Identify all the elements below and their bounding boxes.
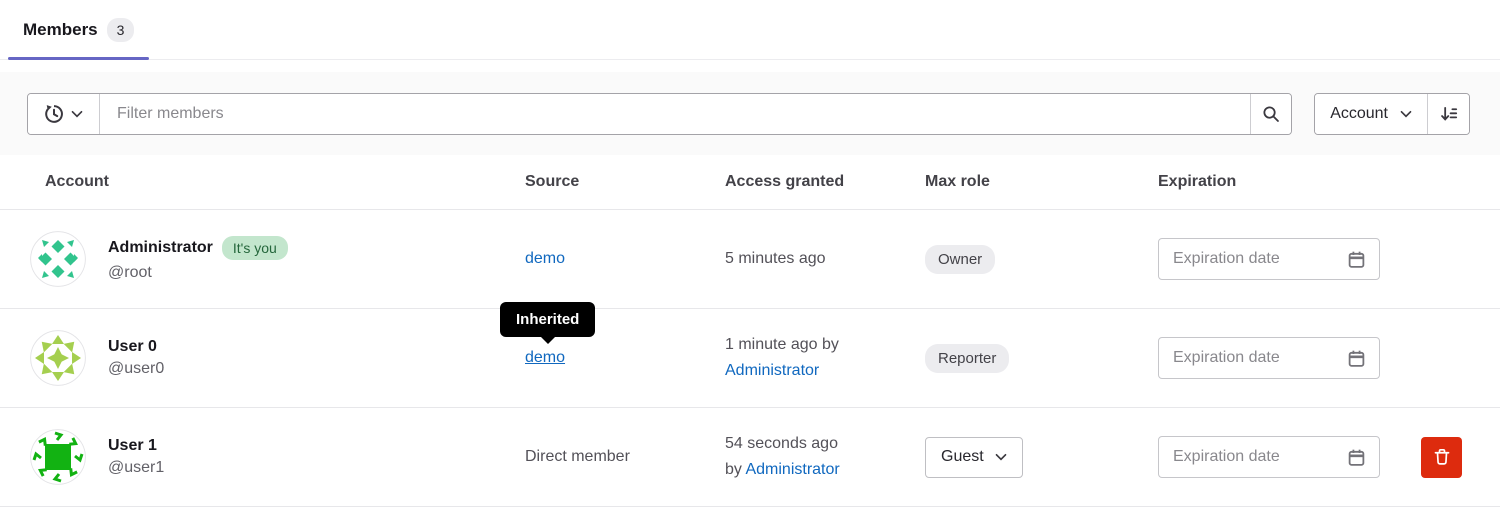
- expiration-date-field[interactable]: [1158, 436, 1380, 478]
- source-link[interactable]: demo: [525, 349, 565, 366]
- access-granted-by-link[interactable]: Administrator: [745, 461, 839, 478]
- calendar-icon: [1347, 250, 1366, 269]
- max-role-cell: Reporter: [925, 344, 1158, 373]
- source-text: Direct member: [525, 448, 630, 465]
- header-max-role: Max role: [925, 173, 1158, 191]
- expiration-cell: [1158, 436, 1428, 478]
- table-row: Administrator It's you @root demo 5 minu…: [0, 210, 1500, 309]
- access-granted-cell: 5 minutes ago: [725, 246, 925, 272]
- expiration-date-field[interactable]: [1158, 238, 1380, 280]
- table-header: Account Source Access granted Max role E…: [0, 155, 1500, 210]
- max-role-dropdown-label: Guest: [941, 448, 984, 466]
- tab-members[interactable]: Members 3: [8, 0, 149, 59]
- calendar-icon: [1347, 349, 1366, 368]
- tab-bar: Members 3: [0, 0, 1500, 60]
- calendar-icon: [1347, 448, 1366, 467]
- member-info: User 0 @user0: [108, 338, 164, 378]
- expiration-date-input[interactable]: [1173, 250, 1339, 268]
- search-button[interactable]: [1250, 94, 1291, 134]
- access-granted-cell: 1 minute ago by Administrator: [725, 332, 925, 384]
- access-granted-by-link[interactable]: Administrator: [725, 362, 819, 379]
- sort-field-button[interactable]: Account: [1315, 94, 1427, 134]
- avatar[interactable]: [30, 429, 86, 485]
- max-role-dropdown[interactable]: Guest: [925, 437, 1023, 478]
- access-granted-cell: 54 seconds ago by Administrator: [725, 431, 925, 483]
- header-account: Account: [45, 173, 525, 191]
- account-cell: User 1 @user1: [30, 429, 525, 485]
- access-granted-text: 1 minute ago by: [725, 336, 839, 353]
- filter-bar: Account: [0, 72, 1500, 155]
- expiration-cell: [1158, 238, 1428, 280]
- access-granted-text: 54 seconds ago: [725, 435, 838, 452]
- filter-search-group: [27, 93, 1292, 135]
- member-info: Administrator It's you @root: [108, 236, 288, 282]
- access-granted-by-prefix: by: [725, 461, 742, 478]
- member-username: @root: [108, 264, 288, 282]
- its-you-badge: It's you: [222, 236, 288, 260]
- filter-members-input[interactable]: [100, 94, 1250, 134]
- member-name-text: User 0: [108, 338, 157, 356]
- tooltip-text: Inherited: [516, 311, 579, 328]
- sort-direction-button[interactable]: [1427, 94, 1469, 134]
- member-username: @user1: [108, 459, 164, 477]
- sort-group: Account: [1314, 93, 1470, 135]
- expiration-date-input[interactable]: [1173, 349, 1339, 367]
- delete-member-button[interactable]: [1421, 437, 1462, 478]
- header-source: Source: [525, 173, 725, 191]
- max-role-cell: Owner: [925, 245, 1158, 274]
- account-cell: Administrator It's you @root: [30, 231, 525, 287]
- member-info: User 1 @user1: [108, 437, 164, 477]
- member-name[interactable]: User 1: [108, 437, 164, 455]
- header-expiration: Expiration: [1158, 173, 1500, 191]
- max-role-badge: Owner: [925, 245, 995, 274]
- chevron-down-icon: [995, 453, 1007, 461]
- filter-history-button[interactable]: [28, 94, 100, 134]
- actions-cell: [1428, 437, 1500, 478]
- members-count-badge: 3: [107, 18, 135, 42]
- member-name[interactable]: Administrator It's you: [108, 236, 288, 260]
- max-role-badge: Reporter: [925, 344, 1009, 373]
- expiration-date-field[interactable]: [1158, 337, 1380, 379]
- search-icon: [1262, 105, 1280, 123]
- trash-icon: [1433, 448, 1451, 466]
- sort-descending-icon: [1440, 105, 1458, 123]
- source-link[interactable]: demo: [525, 250, 565, 267]
- table-row: User 1 @user1 Direct member 54 seconds a…: [0, 408, 1500, 507]
- account-cell: User 0 @user0: [30, 330, 525, 386]
- header-access-granted: Access granted: [725, 173, 925, 191]
- source-cell: Direct member: [525, 448, 725, 466]
- tab-members-label: Members: [23, 20, 98, 40]
- table-row: Inherited User 0: [0, 309, 1500, 408]
- chevron-down-icon: [71, 110, 83, 118]
- expiration-cell: [1158, 337, 1428, 379]
- member-username: @user0: [108, 360, 164, 378]
- member-name-text: User 1: [108, 437, 157, 455]
- source-cell: demo: [525, 250, 725, 268]
- max-role-cell: Guest: [925, 437, 1158, 478]
- member-name[interactable]: User 0: [108, 338, 164, 356]
- member-name-text: Administrator: [108, 239, 213, 257]
- expiration-date-input[interactable]: [1173, 448, 1339, 466]
- avatar[interactable]: [30, 330, 86, 386]
- avatar[interactable]: [30, 231, 86, 287]
- access-granted-text: 5 minutes ago: [725, 250, 826, 267]
- tooltip-inherited: Inherited: [500, 302, 595, 337]
- history-icon: [44, 104, 64, 124]
- sort-field-label: Account: [1330, 105, 1388, 123]
- chevron-down-icon: [1400, 110, 1412, 118]
- source-cell: demo: [525, 349, 725, 367]
